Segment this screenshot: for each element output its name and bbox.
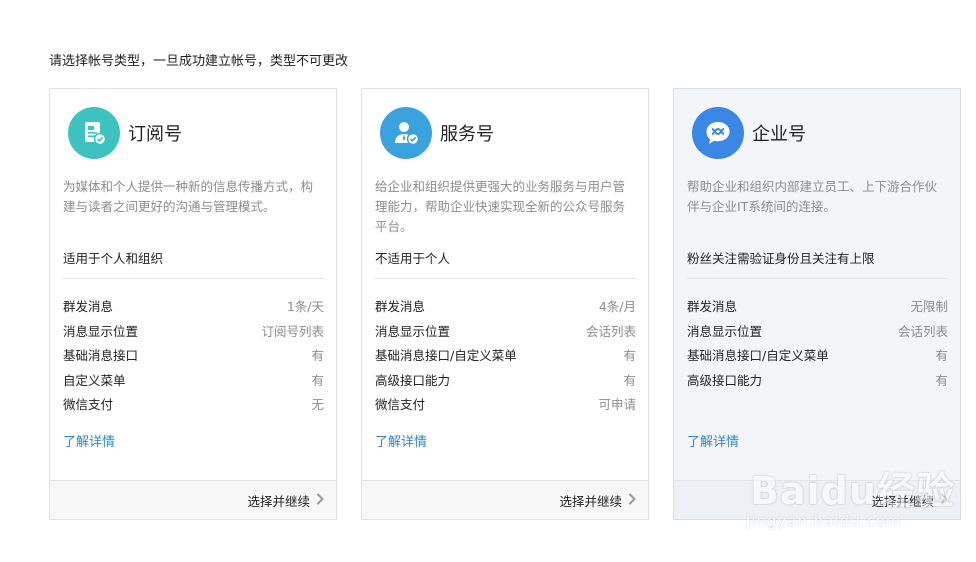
- chevron-right-icon: [628, 493, 636, 508]
- card-header: 服务号: [380, 107, 494, 159]
- select-continue-button[interactable]: 选择并继续: [247, 491, 324, 510]
- card-footer: 选择并继续: [362, 480, 648, 519]
- feature-name: 群发消息: [687, 299, 738, 314]
- feature-row: 高级接口能力 有: [375, 371, 636, 396]
- feature-name: 高级接口能力: [687, 372, 763, 388]
- document-check-icon: [68, 107, 120, 159]
- feature-value: 有: [623, 348, 636, 363]
- learn-more-link[interactable]: 了解详情: [375, 431, 427, 450]
- feature-row: 基础消息接口/自定义菜单 有: [375, 346, 636, 371]
- feature-value: 1条/天: [286, 299, 324, 314]
- feature-row: 群发消息 无限制: [687, 297, 948, 322]
- card-scope: 粉丝关注需验证身份且关注有上限: [687, 247, 948, 279]
- learn-more-link[interactable]: 了解详情: [687, 431, 739, 450]
- chevron-right-icon: [316, 493, 324, 508]
- chevron-right-icon: [940, 493, 948, 508]
- feature-row: 群发消息 1条/天: [63, 297, 324, 322]
- account-type-instruction: 请选择帐号类型，一旦成功建立帐号，类型不可更改: [49, 54, 349, 69]
- feature-name: 基础消息接口: [63, 348, 139, 363]
- feature-name: 微信支付: [375, 397, 426, 412]
- feature-name: 基础消息接口/自定义菜单: [687, 348, 829, 363]
- feature-value: 可申请: [598, 397, 636, 412]
- card-scope: 不适用于个人: [375, 247, 636, 279]
- feature-value: 有: [935, 348, 948, 363]
- feature-list: 群发消息 1条/天 消息显示位置 订阅号列表 基础消息接口有 自定义菜单有 微信支付…: [63, 297, 324, 420]
- feature-name: 自定义菜单: [63, 372, 126, 388]
- card-header: 企业号: [692, 107, 806, 159]
- select-continue-label: 选择并继续: [871, 494, 934, 509]
- feature-name: 高级接口能力: [375, 372, 451, 388]
- card-footer: 选择并继续: [674, 480, 960, 519]
- enterprise-account-card[interactable]: 企业号 帮助企业和组织内部建立员工、上下游合作伙伴与企业IT系统间的连接。 粉丝…: [673, 88, 961, 520]
- feature-row: 消息显示位置 会话列表: [687, 322, 948, 347]
- feature-value: 会话列表: [897, 323, 948, 339]
- feature-row: 基础消息接口 有: [63, 346, 324, 371]
- feature-row: 微信支付 可申请: [375, 395, 636, 420]
- card-scope: 适用于个人和组织: [63, 247, 324, 279]
- card-title: 订阅号: [128, 124, 182, 145]
- select-continue-label: 选择并继续: [559, 494, 622, 509]
- feature-row: 基础消息接口/自定义菜单 有: [687, 346, 948, 371]
- learn-more-link[interactable]: 了解详情: [63, 431, 115, 450]
- person-check-icon: [380, 107, 432, 159]
- select-continue-label: 选择并继续: [247, 494, 310, 509]
- feature-value: 会话列表: [585, 323, 636, 339]
- enterprise-chat-icon: [692, 107, 744, 159]
- feature-value: 4条/月: [598, 299, 636, 314]
- feature-row: 微信支付 无: [63, 395, 324, 420]
- card-description: 为媒体和个人提供一种新的信息传播方式，构建与读者之间更好的沟通与管理模式。: [63, 179, 314, 214]
- feature-row: 群发消息 4条/月: [375, 297, 636, 322]
- card-description: 帮助企业和组织内部建立员工、上下游合作伙伴与企业IT系统间的连接。: [687, 179, 938, 214]
- feature-row: 消息显示位置 会话列表: [375, 322, 636, 347]
- feature-value: 订阅号列表: [261, 323, 324, 339]
- card-header: 订阅号: [68, 107, 182, 159]
- service-account-card[interactable]: 服务号 给企业和组织提供更强大的业务服务与用户管理能力，帮助企业快速实现全新的公…: [361, 88, 649, 520]
- feature-row: 高级接口能力 有: [687, 371, 948, 396]
- select-continue-button[interactable]: 选择并继续: [871, 491, 948, 510]
- card-title: 服务号: [440, 124, 494, 145]
- feature-list: 群发消息 4条/月 消息显示位置 会话列表 基础消息接口/自定义菜单有 高级接口能力…: [375, 297, 636, 420]
- feature-list: 群发消息 无限制 消息显示位置 会话列表 基础消息接口/自定义菜单有 高级接口能力有: [687, 297, 948, 395]
- feature-value: 有: [935, 372, 948, 388]
- feature-row: 消息显示位置 订阅号列表: [63, 322, 324, 347]
- feature-row: 自定义菜单 有: [63, 371, 324, 396]
- subscription-account-card[interactable]: 订阅号 为媒体和个人提供一种新的信息传播方式，构建与读者之间更好的沟通与管理模式…: [49, 88, 337, 520]
- feature-name: 基础消息接口/自定义菜单: [375, 348, 517, 363]
- feature-name: 群发消息: [63, 299, 114, 314]
- card-description: 给企业和组织提供更强大的业务服务与用户管理能力，帮助企业快速实现全新的公众号服务…: [375, 179, 626, 234]
- select-continue-button[interactable]: 选择并继续: [559, 491, 636, 510]
- feature-value: 无限制: [910, 299, 948, 314]
- card-footer: 选择并继续: [50, 480, 336, 519]
- feature-value: 无: [311, 397, 324, 412]
- feature-value: 有: [623, 372, 636, 388]
- feature-name: 消息显示位置: [375, 323, 451, 339]
- feature-value: 有: [311, 372, 324, 388]
- feature-name: 微信支付: [63, 397, 114, 412]
- feature-name: 群发消息: [375, 299, 426, 314]
- feature-name: 消息显示位置: [687, 323, 763, 339]
- card-title: 企业号: [752, 124, 806, 145]
- feature-value: 有: [311, 348, 324, 363]
- feature-name: 消息显示位置: [63, 323, 139, 339]
